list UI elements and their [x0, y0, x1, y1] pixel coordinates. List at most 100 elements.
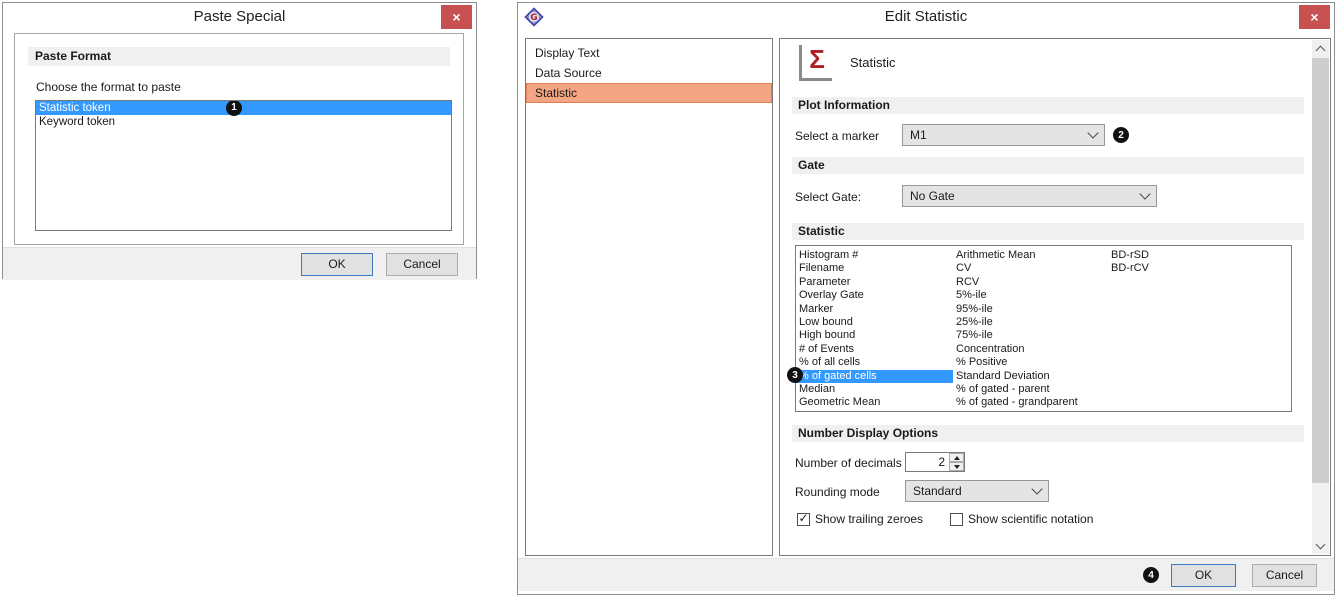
statistic-option[interactable]: High bound — [796, 329, 953, 342]
section-header-statistic: Statistic — [792, 223, 1304, 240]
rounding-dropdown[interactable]: Standard — [905, 480, 1049, 502]
scroll-down-button[interactable] — [1312, 537, 1329, 554]
group-title: Paste Format — [28, 47, 450, 66]
chevron-down-icon — [1031, 483, 1042, 494]
gate-dropdown-value: No Gate — [910, 189, 955, 203]
dialog-footer: OK Cancel — [3, 247, 476, 280]
dialog-title: Paste Special — [3, 8, 476, 25]
prompt-label: Choose the format to paste — [36, 80, 181, 94]
statistic-option[interactable]: Histogram # — [796, 249, 953, 262]
decimals-spinner[interactable]: 2 — [905, 452, 965, 472]
statistic-option[interactable]: Low bound — [796, 316, 953, 329]
section-header-number-display: Number Display Options — [792, 425, 1304, 442]
rounding-label: Rounding mode — [795, 485, 880, 499]
statistic-option[interactable]: Parameter — [796, 276, 953, 289]
close-button[interactable]: × — [441, 5, 472, 29]
cancel-button[interactable]: Cancel — [386, 253, 458, 276]
marker-dropdown[interactable]: M1 — [902, 124, 1105, 146]
trailing-zeroes-checkbox[interactable]: ✓ — [797, 513, 810, 526]
statistic-option[interactable]: 75%-ile — [953, 329, 1108, 342]
scientific-notation-label: Show scientific notation — [968, 512, 1093, 526]
statistic-option-selected[interactable]: % of gated cells — [796, 370, 953, 383]
list-item-label: Keyword token — [39, 116, 115, 128]
statistic-option[interactable]: Overlay Gate — [796, 289, 953, 302]
statistic-option[interactable]: Marker — [796, 303, 953, 316]
sidebar-item-statistic[interactable]: Statistic — [526, 83, 772, 103]
statistic-option[interactable]: # of Events — [796, 343, 953, 356]
statistic-option[interactable]: 95%-ile — [953, 303, 1108, 316]
statistic-option[interactable]: % of gated - parent — [953, 383, 1108, 396]
statistic-options-list: 3 Histogram # Filename Parameter Overlay… — [795, 245, 1292, 412]
spinner-buttons — [949, 453, 964, 471]
statistic-column-1: Histogram # Filename Parameter Overlay G… — [796, 249, 953, 410]
statistic-option[interactable]: Filename — [796, 262, 953, 275]
paste-format-list: Statistic token 1 Keyword token — [35, 100, 452, 231]
dialog-title: Edit Statistic — [518, 8, 1334, 25]
close-icon: × — [452, 10, 460, 24]
spin-down-button[interactable] — [949, 462, 964, 471]
annotation-badge-3: 3 — [787, 367, 803, 383]
gate-dropdown[interactable]: No Gate — [902, 185, 1157, 207]
marker-label: Select a marker — [795, 129, 879, 143]
statistic-option[interactable]: Geometric Mean — [796, 396, 953, 409]
statistic-option[interactable]: % Positive — [953, 356, 1108, 369]
settings-nav-sidebar: Display Text Data Source Statistic — [525, 38, 773, 556]
statistic-option[interactable]: 25%-ile — [953, 316, 1108, 329]
statistic-option[interactable]: Arithmetic Mean — [953, 249, 1108, 262]
section-header-gate: Gate — [792, 157, 1304, 174]
statistic-settings-panel: Σ Statistic Plot Information Select a ma… — [779, 38, 1331, 556]
statistic-option[interactable]: % of gated - grandparent — [953, 396, 1108, 409]
scroll-up-button[interactable] — [1312, 40, 1329, 57]
statistic-option[interactable]: Concentration — [953, 343, 1108, 356]
triangle-up-icon — [954, 456, 960, 460]
marker-dropdown-value: M1 — [910, 128, 927, 142]
edit-statistic-titlebar: G Edit Statistic × — [518, 3, 1334, 31]
statistic-option[interactable]: CV — [953, 262, 1108, 275]
check-icon: ✓ — [798, 513, 808, 523]
statistic-option[interactable]: Median — [796, 383, 953, 396]
ok-button[interactable]: OK — [301, 253, 373, 276]
statistic-option[interactable]: 5%-ile — [953, 289, 1108, 302]
close-button[interactable]: × — [1299, 5, 1330, 29]
annotation-badge-2: 2 — [1113, 127, 1129, 143]
chevron-down-icon — [1139, 188, 1150, 199]
vertical-scrollbar[interactable] — [1312, 40, 1329, 554]
gate-label: Select Gate: — [795, 190, 861, 204]
statistic-option[interactable]: BD-rSD — [1108, 249, 1258, 262]
statistic-option[interactable]: % of all cells — [796, 356, 953, 369]
chevron-down-icon — [1087, 127, 1098, 138]
list-item-label: Statistic token — [39, 102, 111, 114]
trailing-zeroes-label: Show trailing zeroes — [815, 512, 923, 526]
scientific-notation-checkbox[interactable] — [950, 513, 963, 526]
edit-statistic-dialog: G Edit Statistic × Display Text Data Sou… — [517, 2, 1335, 595]
statistic-option[interactable]: BD-rCV — [1108, 262, 1258, 275]
spin-up-button[interactable] — [949, 453, 964, 462]
statistic-option[interactable]: Standard Deviation — [953, 370, 1108, 383]
panel-title: Statistic — [850, 55, 896, 70]
sidebar-item-data-source[interactable]: Data Source — [526, 63, 772, 83]
sigma-glyph: Σ — [809, 45, 825, 73]
section-header-plot-information: Plot Information — [792, 97, 1304, 114]
trailing-zeroes-row: ✓ Show trailing zeroes — [797, 512, 923, 526]
statistic-column-2: Arithmetic Mean CV RCV 5%-ile 95%-ile 25… — [953, 249, 1108, 410]
statistic-option[interactable]: RCV — [953, 276, 1108, 289]
list-item-statistic-token[interactable]: Statistic token 1 — [36, 101, 451, 115]
scrollbar-thumb[interactable] — [1312, 58, 1329, 483]
paste-special-dialog: Paste Special × Paste Format Choose the … — [2, 2, 477, 279]
dialog-footer: 4 OK Cancel — [518, 558, 1334, 591]
cancel-button[interactable]: Cancel — [1252, 564, 1317, 587]
triangle-down-icon — [954, 465, 960, 469]
ok-button[interactable]: OK — [1171, 564, 1236, 587]
annotation-badge-4: 4 — [1143, 567, 1159, 583]
chevron-down-icon — [1316, 539, 1326, 549]
decimals-label: Number of decimals — [795, 456, 902, 470]
decimals-value: 2 — [906, 453, 949, 471]
sidebar-item-display-text[interactable]: Display Text — [526, 43, 772, 63]
statistic-column-3: BD-rSD BD-rCV — [1108, 249, 1258, 276]
chevron-up-icon — [1316, 45, 1326, 55]
sigma-icon: Σ — [799, 45, 832, 81]
paste-format-groupbox: Paste Format Choose the format to paste … — [14, 33, 464, 245]
rounding-dropdown-value: Standard — [913, 484, 962, 498]
list-item-keyword-token[interactable]: Keyword token — [36, 115, 451, 129]
paste-special-titlebar: Paste Special × — [3, 3, 476, 31]
